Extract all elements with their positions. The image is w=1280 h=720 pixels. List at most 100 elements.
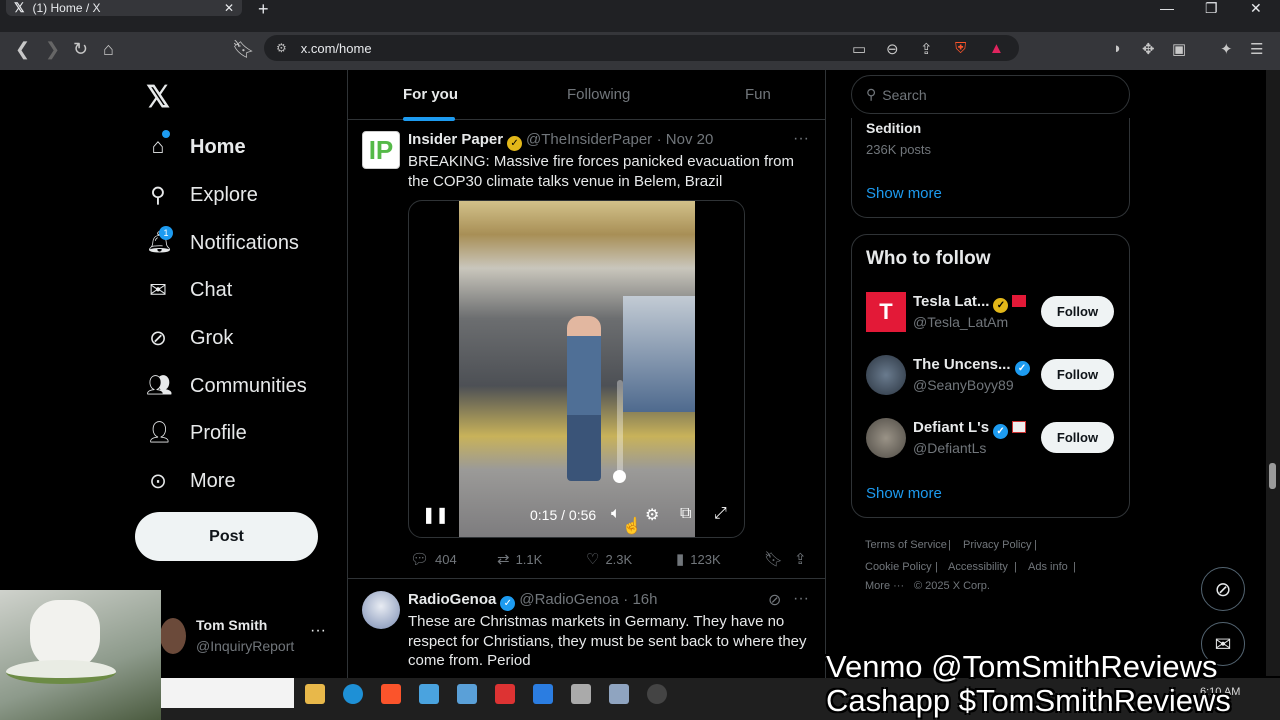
- repost-icon: ⇄: [497, 551, 510, 568]
- brave-icon[interactable]: [381, 684, 401, 704]
- volume-slider-knob[interactable]: [613, 470, 626, 483]
- brave-rewards-icon[interactable]: ▲: [989, 40, 1004, 57]
- cast-icon[interactable]: ▭: [852, 40, 866, 58]
- grok-explain-icon[interactable]: ⊘: [768, 590, 781, 610]
- sidebar-item-communities[interactable]: 👥︎ Communities: [146, 371, 307, 401]
- tab-fun[interactable]: Fun: [745, 86, 771, 103]
- avatar[interactable]: [362, 591, 400, 629]
- sidebar-item-explore[interactable]: ⚲ Explore: [146, 180, 258, 210]
- taskbar-search-input[interactable]: [161, 678, 294, 708]
- footer-link[interactable]: Ads info: [1028, 561, 1068, 573]
- bookmark-button[interactable]: 🔖︎: [764, 550, 789, 568]
- trend-name[interactable]: Sedition: [866, 120, 921, 136]
- reload-button[interactable]: ↻: [73, 39, 88, 60]
- wallet-icon[interactable]: ▣: [1172, 40, 1186, 58]
- follow-account-name[interactable]: Tesla Lat... ✓: [913, 293, 1027, 313]
- more-dots-icon[interactable]: ···: [793, 590, 809, 608]
- share-button[interactable]: ⇪: [794, 550, 813, 568]
- avatar[interactable]: T: [866, 292, 906, 332]
- menu-icon[interactable]: ☰: [1250, 40, 1263, 58]
- footer-link[interactable]: Terms of Service: [865, 539, 947, 551]
- views-button[interactable]: ▮ 123K: [676, 550, 721, 568]
- follow-account-name[interactable]: Defiant L's ✓: [913, 419, 1027, 439]
- grok-fab-icon[interactable]: ⊘: [1201, 567, 1245, 611]
- avatar[interactable]: [866, 355, 906, 395]
- author-name[interactable]: RadioGenoa: [408, 591, 496, 608]
- settings-gear-icon[interactable]: ⚙: [645, 505, 659, 525]
- footer-link[interactable]: Privacy Policy: [963, 539, 1031, 551]
- x-logo-icon[interactable]: 𝕏: [146, 80, 170, 115]
- tab-close-icon[interactable]: ✕: [224, 1, 234, 15]
- sidebar-item-grok[interactable]: ⊘ Grok: [146, 323, 233, 353]
- avatar[interactable]: IP: [362, 131, 400, 169]
- follow-account-handle[interactable]: @DefiantLs: [913, 440, 986, 456]
- author-name[interactable]: Insider Paper: [408, 131, 503, 148]
- edge-icon[interactable]: [343, 684, 363, 704]
- fullscreen-icon[interactable]: ⤢: [714, 505, 727, 523]
- author-handle[interactable]: @RadioGenoa: [519, 591, 618, 608]
- extensions-icon[interactable]: ✥: [1142, 40, 1155, 58]
- browser-tab[interactable]: 𝕏 (1) Home / X ✕: [6, 0, 242, 16]
- tab-for-you[interactable]: For you: [403, 86, 458, 103]
- app-icon[interactable]: [457, 684, 477, 704]
- minimize-button[interactable]: —: [1160, 0, 1174, 16]
- post-date[interactable]: · 16h: [623, 591, 657, 608]
- footer-link[interactable]: More ···: [865, 580, 904, 592]
- calculator-icon[interactable]: [419, 684, 439, 704]
- follow-account-handle[interactable]: @SeanyBoyy89: [913, 377, 1014, 393]
- account-switcher[interactable]: Tom Smith @InquiryReport ···: [160, 612, 340, 662]
- avatar[interactable]: [866, 418, 906, 458]
- more-dots-icon[interactable]: ···: [793, 130, 809, 148]
- sidebar-item-more[interactable]: ⊙ More: [146, 466, 235, 496]
- new-tab-button[interactable]: +: [258, 0, 269, 20]
- file-explorer-icon[interactable]: [305, 684, 325, 704]
- app-icon[interactable]: [495, 684, 515, 704]
- forward-button[interactable]: ❯: [45, 39, 60, 60]
- restore-button[interactable]: ❐: [1205, 0, 1218, 17]
- obs-icon[interactable]: [647, 684, 667, 704]
- more-dots-icon[interactable]: ···: [310, 622, 326, 640]
- show-more-link[interactable]: Show more: [866, 485, 942, 502]
- follow-button[interactable]: Follow: [1041, 296, 1114, 327]
- pause-icon[interactable]: ❚❚: [422, 505, 449, 525]
- repost-button[interactable]: ⇄ 1.1K: [497, 550, 542, 568]
- post-date[interactable]: · Nov 20: [657, 131, 714, 148]
- sidebar-item-profile[interactable]: 👤︎ Profile: [146, 418, 247, 448]
- app-icon[interactable]: [571, 684, 591, 704]
- volume-slider[interactable]: [617, 380, 623, 478]
- back-button[interactable]: ❮: [15, 39, 30, 60]
- home-button[interactable]: ⌂: [103, 39, 114, 60]
- follow-button[interactable]: Follow: [1041, 422, 1114, 453]
- tab-following[interactable]: Following: [567, 86, 630, 103]
- reply-button[interactable]: 💬︎ 404: [410, 550, 457, 568]
- picture-in-picture-icon[interactable]: ⧉: [680, 505, 691, 523]
- follow-button[interactable]: Follow: [1041, 359, 1114, 390]
- follow-account-handle[interactable]: @Tesla_LatAm: [913, 314, 1008, 330]
- scrollbar[interactable]: [1266, 70, 1280, 676]
- reply-icon: 💬︎: [410, 551, 430, 568]
- address-bar[interactable]: ⚙ x.com/home: [264, 35, 1019, 61]
- camera-icon[interactable]: [609, 684, 629, 704]
- home-icon: ⌂: [151, 135, 165, 158]
- app-icon[interactable]: [533, 684, 553, 704]
- site-settings-icon[interactable]: ⚙: [276, 41, 287, 55]
- bookmark-icon[interactable]: 🔖︎: [232, 39, 255, 60]
- vpn-icon[interactable]: ◗: [1113, 40, 1122, 57]
- close-window-button[interactable]: ✕: [1250, 0, 1262, 17]
- sidebar-item-home[interactable]: ⌂ Home: [146, 132, 246, 162]
- mute-icon[interactable]: 🔈︎: [611, 505, 621, 523]
- zoom-icon[interactable]: ⊖: [886, 40, 899, 58]
- show-more-link[interactable]: Show more: [866, 185, 942, 202]
- share-icon[interactable]: ⇪: [920, 40, 933, 58]
- footer-link[interactable]: Cookie Policy: [865, 561, 932, 573]
- search-input[interactable]: ⚲ Search: [851, 75, 1130, 114]
- scrollbar-thumb[interactable]: [1269, 463, 1276, 489]
- follow-account-name[interactable]: The Uncens... ✓: [913, 356, 1034, 376]
- brave-shields-icon[interactable]: ⛨: [955, 40, 966, 57]
- author-handle[interactable]: @TheInsiderPaper: [526, 131, 652, 148]
- like-button[interactable]: ♡ 2.3K: [586, 550, 632, 568]
- leo-ai-icon[interactable]: ✦: [1220, 40, 1233, 58]
- footer-link[interactable]: Accessibility: [948, 561, 1008, 573]
- sidebar-item-chat[interactable]: ✉ Chat: [146, 275, 232, 305]
- post-button[interactable]: Post: [135, 512, 318, 561]
